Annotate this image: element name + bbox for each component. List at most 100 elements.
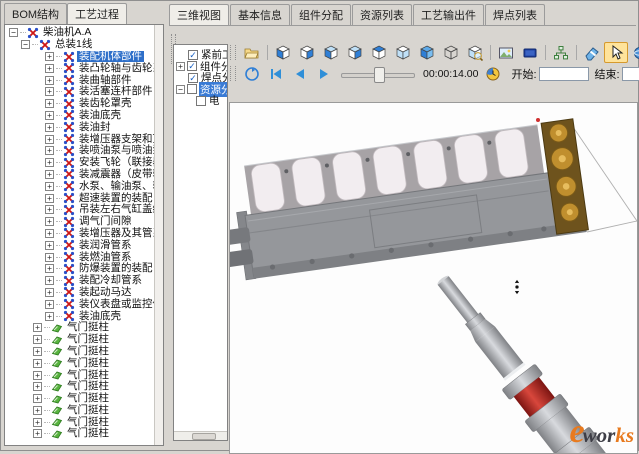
view-top-button[interactable] (367, 42, 391, 63)
tree-expander-icon[interactable]: + (45, 205, 54, 214)
tree-node-operation-20[interactable]: +装起动马达 (7, 287, 163, 299)
view-front-button[interactable] (271, 42, 295, 63)
go-to-start-button[interactable] (264, 63, 288, 84)
slider-thumb[interactable] (374, 67, 385, 83)
tree-expander-icon[interactable]: + (33, 418, 42, 427)
tree-expander-icon[interactable]: + (33, 323, 42, 332)
tree-node-operation-14[interactable]: +调气门间隙 (7, 216, 163, 228)
tree-node-tappet-9[interactable]: +气门挺柱 (7, 428, 163, 440)
zoom-fit-button[interactable] (463, 42, 487, 63)
tree-expander-icon[interactable]: + (45, 158, 54, 167)
tree-expander-icon[interactable]: + (45, 253, 54, 262)
tree-node-tappet-0[interactable]: +气门挺柱 (7, 322, 163, 334)
tree-node-operation-16[interactable]: +装润滑管系 (7, 239, 163, 251)
tree-expander-icon[interactable]: + (45, 288, 54, 297)
view-bottom-button[interactable] (391, 42, 415, 63)
step-back-button[interactable] (288, 63, 312, 84)
filter-item-4[interactable]: 电 (174, 95, 227, 107)
tree-node-tappet-2[interactable]: +气门挺柱 (7, 346, 163, 358)
tree-expander-icon[interactable]: + (45, 300, 54, 309)
tree-expander-icon[interactable]: + (33, 335, 42, 344)
tree-expander-icon[interactable]: + (45, 135, 54, 144)
tree-expander-icon[interactable]: + (33, 382, 42, 391)
toolbar-grip-handle[interactable] (230, 66, 236, 81)
filter-hscrollbar[interactable] (174, 431, 227, 440)
filter-expander-icon[interactable]: − (176, 85, 185, 94)
tree-node-tappet-7[interactable]: +气门挺柱 (7, 405, 163, 417)
tree-node-operation-19[interactable]: +装配冷却管系 (7, 275, 163, 287)
tree-expander-icon[interactable]: + (45, 123, 54, 132)
assembly-structure-button[interactable] (549, 42, 573, 63)
main-tab-1[interactable]: 基本信息 (230, 4, 290, 25)
tree-expander-icon[interactable]: + (45, 146, 54, 155)
tree-node-operation-11[interactable]: +水泵、输油泵、转速 (7, 180, 163, 192)
filter-checkbox[interactable]: ✓ (188, 73, 198, 83)
tree-node-operation-6[interactable]: +装油封 (7, 121, 163, 133)
tree-expander-icon[interactable]: + (45, 194, 54, 203)
tree-expander-icon[interactable]: + (33, 347, 42, 356)
tree-expander-icon[interactable]: + (45, 217, 54, 226)
tree-expander-icon[interactable]: + (33, 406, 42, 415)
main-tab-5[interactable]: 焊点列表 (485, 4, 545, 25)
tree-node-operation-5[interactable]: +装油底壳 (7, 110, 163, 122)
snapshot-button[interactable] (494, 42, 518, 63)
tree-expander-icon[interactable]: + (45, 241, 54, 250)
tree-node-tappet-5[interactable]: +气门挺柱 (7, 381, 163, 393)
tree-node-operation-13[interactable]: +吊装左右气缸盖结合 (7, 204, 163, 216)
view-dimetric-button[interactable] (439, 42, 463, 63)
tree-expander-icon[interactable]: + (45, 64, 54, 73)
tree-expander-icon[interactable]: + (45, 264, 54, 273)
left-tab-1[interactable]: 工艺过程 (67, 3, 127, 24)
loop-playback-button[interactable] (240, 63, 264, 84)
engine-block-model[interactable] (230, 119, 589, 283)
tree-expander-icon[interactable]: + (45, 229, 54, 238)
filter-expander-icon[interactable]: + (176, 62, 185, 71)
tree-node-operation-3[interactable]: +装活塞连杆部件 (7, 86, 163, 98)
tree-node-operation-21[interactable]: +装仪表盘或监控仪 (7, 298, 163, 310)
open-process-file-button[interactable] (240, 42, 264, 63)
tree-expander-icon[interactable]: + (33, 394, 42, 403)
main-tab-0[interactable]: 三维视图 (169, 4, 229, 25)
tree-expander-icon[interactable]: − (9, 28, 18, 37)
tree-node-operation-0[interactable]: +装配机体部件 (7, 51, 163, 63)
tree-expander-icon[interactable]: + (45, 99, 54, 108)
tree-expander-icon[interactable]: + (45, 276, 54, 285)
filter-checkbox[interactable]: ✓ (187, 61, 197, 71)
tree-expander-icon[interactable]: + (45, 76, 54, 85)
main-tab-4[interactable]: 工艺输出件 (413, 4, 484, 25)
tree-expander-icon[interactable]: + (33, 371, 42, 380)
clock-button[interactable] (481, 63, 505, 84)
tree-scrollbar[interactable] (154, 25, 163, 445)
orbit-mode-button[interactable] (628, 42, 639, 63)
tree-expander-icon[interactable]: − (21, 40, 30, 49)
main-tab-2[interactable]: 组件分配 (291, 4, 351, 25)
play-button[interactable] (312, 63, 336, 84)
left-tab-0[interactable]: BOM结构 (4, 3, 67, 24)
start-time-input[interactable] (539, 67, 589, 81)
view-right-button[interactable] (343, 42, 367, 63)
3d-viewport[interactable]: eworks (229, 102, 638, 454)
filter-checkbox[interactable]: ✓ (188, 50, 198, 60)
process-tree[interactable]: −柴油机A.A−总装1线+装配机体部件+装凸轮轴与齿轮系部+装曲轴部件+装活塞连… (4, 24, 164, 446)
capture-screen-button[interactable] (518, 42, 542, 63)
timeline-slider[interactable] (341, 66, 415, 82)
filter-checkbox[interactable] (196, 96, 206, 106)
view-back-button[interactable] (295, 42, 319, 63)
select-mode-button[interactable] (604, 42, 628, 63)
tree-expander-icon[interactable]: + (45, 170, 54, 179)
tree-expander-icon[interactable]: + (33, 359, 42, 368)
tree-expander-icon[interactable]: + (45, 87, 54, 96)
tree-expander-icon[interactable]: + (45, 182, 54, 191)
toolbar-grip-handle[interactable] (230, 45, 236, 60)
tree-expander-icon[interactable]: + (33, 429, 42, 438)
tree-expander-icon[interactable]: + (45, 111, 54, 120)
end-time-input[interactable] (622, 67, 639, 81)
measure-tool-button[interactable] (580, 42, 604, 63)
tree-node-operation-18[interactable]: +防爆装置的装配 (7, 263, 163, 275)
tree-expander-icon[interactable]: + (45, 312, 54, 321)
tree-expander-icon[interactable]: + (45, 52, 54, 61)
tree-node-operation-4[interactable]: +装齿轮罩壳 (7, 98, 163, 110)
view-isometric-button[interactable] (415, 42, 439, 63)
tree-node-tappet-3[interactable]: +气门挺柱 (7, 357, 163, 369)
filter-checkbox[interactable] (187, 84, 197, 94)
